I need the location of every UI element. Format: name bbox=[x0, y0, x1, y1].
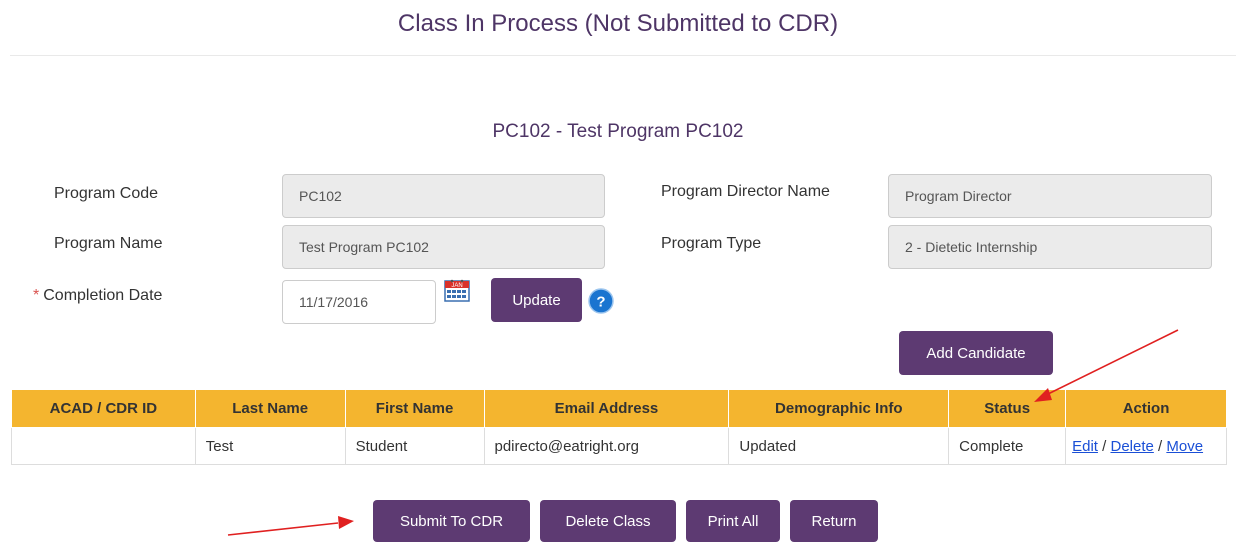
add-candidate-button[interactable]: Add Candidate bbox=[899, 331, 1053, 375]
program-code-field: PC102 bbox=[282, 174, 605, 218]
delete-link[interactable]: Delete bbox=[1110, 438, 1153, 455]
program-name-field: Test Program PC102 bbox=[282, 225, 605, 269]
page-title: Class In Process (Not Submitted to CDR) bbox=[397, 10, 839, 37]
title-divider bbox=[10, 55, 1236, 56]
program-type-field: 2 - Dietetic Internship bbox=[888, 225, 1212, 269]
completion-date-label: * Completion Date bbox=[33, 287, 162, 305]
program-name-label: Program Name bbox=[54, 235, 163, 252]
cell-action: Edit / Delete / Move bbox=[1065, 427, 1227, 465]
cell-demographic-info: Updated bbox=[728, 427, 950, 465]
calendar-month-text: JAN bbox=[451, 283, 462, 289]
help-icon[interactable]: ? bbox=[588, 288, 614, 314]
program-heading: PC102 - Test Program PC102 bbox=[492, 121, 744, 142]
cell-email: pdirecto@eatright.org bbox=[483, 427, 730, 465]
completion-date-label-text: Completion Date bbox=[43, 287, 163, 304]
header-last-name: Last Name bbox=[194, 389, 346, 428]
cell-first-name: Student bbox=[344, 427, 485, 465]
annotation-arrow-submit bbox=[227, 516, 354, 536]
header-first-name: First Name bbox=[344, 389, 485, 428]
calendar-icon[interactable]: JAN bbox=[444, 278, 470, 302]
program-director-field: Program Director bbox=[888, 174, 1212, 218]
action-separator: / bbox=[1102, 437, 1107, 455]
header-acad-cdr-id: ACAD / CDR ID bbox=[11, 389, 196, 428]
candidates-table: ACAD / CDR ID Last Name First Name Email… bbox=[11, 389, 1227, 465]
required-marker: * bbox=[33, 287, 40, 304]
cell-status: Complete bbox=[948, 427, 1067, 465]
action-separator: / bbox=[1158, 437, 1163, 455]
cell-last-name: Test bbox=[194, 427, 346, 465]
table-header-row: ACAD / CDR ID Last Name First Name Email… bbox=[11, 389, 1227, 428]
program-director-label: Program Director Name bbox=[661, 183, 830, 200]
program-type-label: Program Type bbox=[661, 235, 762, 252]
header-action: Action bbox=[1065, 389, 1227, 428]
header-demographic-info: Demographic Info bbox=[728, 389, 950, 428]
print-all-button[interactable]: Print All bbox=[686, 500, 780, 542]
program-code-label: Program Code bbox=[54, 185, 159, 202]
header-email-address: Email Address bbox=[483, 389, 730, 428]
return-button[interactable]: Return bbox=[790, 500, 878, 542]
edit-link[interactable]: Edit bbox=[1072, 438, 1098, 455]
cell-acad-cdr-id bbox=[11, 427, 196, 465]
completion-date-input[interactable] bbox=[282, 280, 436, 324]
help-glyph: ? bbox=[596, 294, 605, 311]
update-button[interactable]: Update bbox=[491, 278, 582, 322]
submit-to-cdr-button[interactable]: Submit To CDR bbox=[373, 500, 530, 542]
table-row: Test Student pdirecto@eatright.org Updat… bbox=[11, 427, 1227, 465]
delete-class-button[interactable]: Delete Class bbox=[540, 500, 676, 542]
header-status: Status bbox=[948, 389, 1067, 428]
move-link[interactable]: Move bbox=[1166, 438, 1203, 455]
